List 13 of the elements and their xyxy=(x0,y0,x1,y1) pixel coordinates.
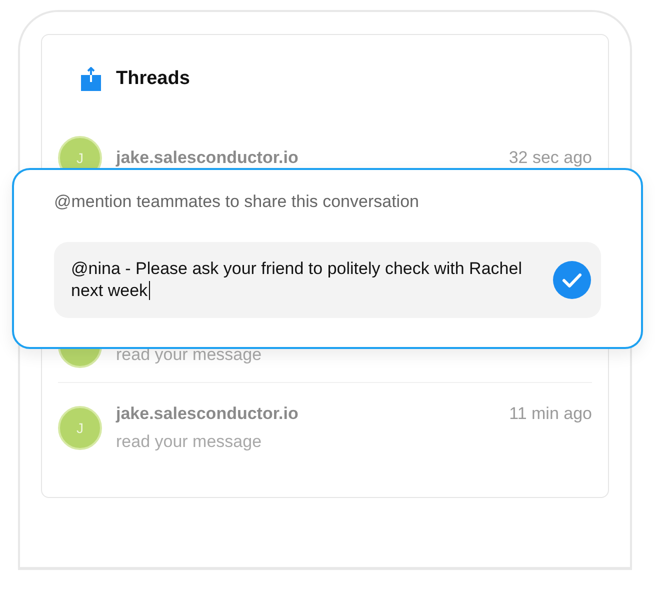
sender-name: jake.salesconductor.io xyxy=(116,148,298,168)
timestamp: 32 sec ago xyxy=(508,148,592,168)
panel-title: Threads xyxy=(116,68,190,90)
avatar: J xyxy=(58,406,102,450)
mention-input-field[interactable]: @nina - Please ask your friend to politely check with Rachel next week xyxy=(54,242,601,318)
message-preview: read your message xyxy=(116,432,263,452)
timestamp: 11 min ago xyxy=(509,404,592,424)
popup-label: @mention teammates to share this conversation xyxy=(54,192,420,212)
thread-row[interactable]: J jake.salesconductor.io 11 min ago read your message xyxy=(58,383,592,473)
message-preview: read your message xyxy=(116,345,263,365)
sender-name: jake.salesconductor.io xyxy=(116,404,298,424)
share-icon xyxy=(80,67,102,91)
checkmark-button-icon[interactable] xyxy=(553,261,591,299)
